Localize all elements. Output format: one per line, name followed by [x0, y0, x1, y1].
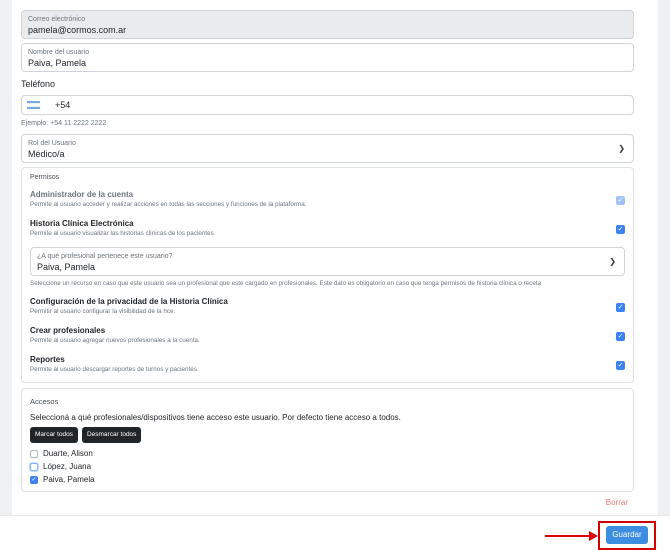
email-label: Correo electrónico: [28, 16, 86, 23]
permission-checkbox[interactable]: ✓: [616, 332, 625, 341]
permission-checkbox[interactable]: ✓: [616, 225, 625, 234]
user-form: Correo electrónico pamela@cormos.com.ar …: [21, 10, 634, 492]
chevron-down-icon: ❯: [609, 257, 616, 266]
footer-divider: [0, 515, 670, 516]
permissions-card: Permisos Administrador de la cuenta Perm…: [21, 167, 634, 383]
professional-select-label: ¿A qué profesional pertenece este usuari…: [37, 253, 173, 260]
username-value: Paiva, Pamela: [28, 58, 87, 68]
role-select[interactable]: Rol del Usuario Médico/a ❯: [21, 134, 634, 163]
permission-checkbox[interactable]: ✓: [616, 361, 625, 370]
save-button[interactable]: Guardar: [606, 526, 648, 544]
permission-privacy: Configuración de la privacidad de la His…: [30, 296, 625, 316]
permission-title: Configuración de la privacidad de la His…: [30, 297, 228, 306]
user-name: López, Juana: [43, 462, 92, 471]
user-checkbox[interactable]: [30, 449, 38, 458]
email-value: pamela@cormos.com.ar: [28, 25, 127, 35]
phone-hint: Ejemplo: +54 11 2222 2222: [21, 120, 107, 127]
professional-select-value: Paiva, Pamela: [37, 262, 96, 272]
chevron-down-icon: ❯: [618, 144, 625, 153]
argentina-flag-icon[interactable]: [27, 100, 40, 110]
permission-hce: Historia Clínica Electrónica Permite al …: [30, 218, 625, 238]
professional-select[interactable]: ¿A qué profesional pertenece este usuari…: [30, 247, 625, 276]
arrow-shaft: [545, 535, 592, 537]
permission-desc: Permite al usuario descargar reportes de…: [30, 366, 199, 373]
user-name: Duarte, Alison: [43, 449, 93, 458]
username-label: Nombre del usuario: [28, 49, 90, 56]
access-user-row[interactable]: ✓ Paiva, Pamela: [30, 475, 625, 484]
professional-note: Seleccione un recurso en caso que este u…: [30, 280, 542, 287]
arrow-right-icon: [589, 531, 598, 541]
permission-title: Crear profesionales: [30, 326, 106, 335]
username-field[interactable]: Nombre del usuario Paiva, Pamela: [21, 43, 634, 72]
role-label: Rol del Usuario: [28, 140, 76, 147]
email-field: Correo electrónico pamela@cormos.com.ar: [21, 10, 634, 39]
user-name: Paiva, Pamela: [43, 475, 95, 484]
permission-title: Historia Clínica Electrónica: [30, 219, 134, 228]
permission-desc: Permite al usuario agregar nuevos profes…: [30, 337, 200, 344]
permissions-title: Permisos: [30, 174, 60, 181]
user-checkbox[interactable]: ✓: [30, 475, 38, 484]
access-title: Accesos: [30, 397, 59, 406]
permission-checkbox: ✓: [616, 196, 625, 205]
page-background-left: [0, 0, 12, 515]
permission-checkbox[interactable]: ✓: [616, 303, 625, 312]
page-background-right: [658, 0, 670, 515]
permission-desc: Permite al usuario visualizar las histor…: [30, 230, 214, 237]
unmark-all-button[interactable]: Desmarcar todos: [81, 427, 142, 443]
phone-input[interactable]: +54: [21, 95, 634, 115]
access-user-row[interactable]: López, Juana: [30, 462, 625, 471]
user-checkbox[interactable]: [30, 462, 38, 471]
access-card: Accesos Seleccioná a qué profesionales/d…: [21, 388, 634, 492]
permission-reports: Reportes Permite al usuario descargar re…: [30, 354, 625, 374]
phone-label: Teléfono: [21, 79, 56, 89]
access-user-row[interactable]: Duarte, Alison: [30, 449, 625, 458]
permission-desc: Permitir al usuario configurar la visibi…: [30, 308, 176, 315]
mark-all-button[interactable]: Marcar todos: [30, 427, 78, 443]
access-buttons: Marcar todos Desmarcar todos: [30, 427, 625, 443]
role-value: Médico/a: [28, 149, 65, 159]
delete-link[interactable]: Borrar: [606, 498, 628, 507]
permission-title: Administrador de la cuenta: [30, 190, 134, 199]
access-desc: Seleccioná a qué profesionales/dispositi…: [30, 413, 401, 422]
permission-desc: Permite al usuario acceder y realizar ac…: [30, 201, 307, 208]
phone-code: +54: [55, 100, 71, 110]
permission-admin: Administrador de la cuenta Permite al us…: [30, 189, 625, 209]
permission-title: Reportes: [30, 355, 65, 364]
permission-create-professionals: Crear profesionales Permite al usuario a…: [30, 325, 625, 345]
